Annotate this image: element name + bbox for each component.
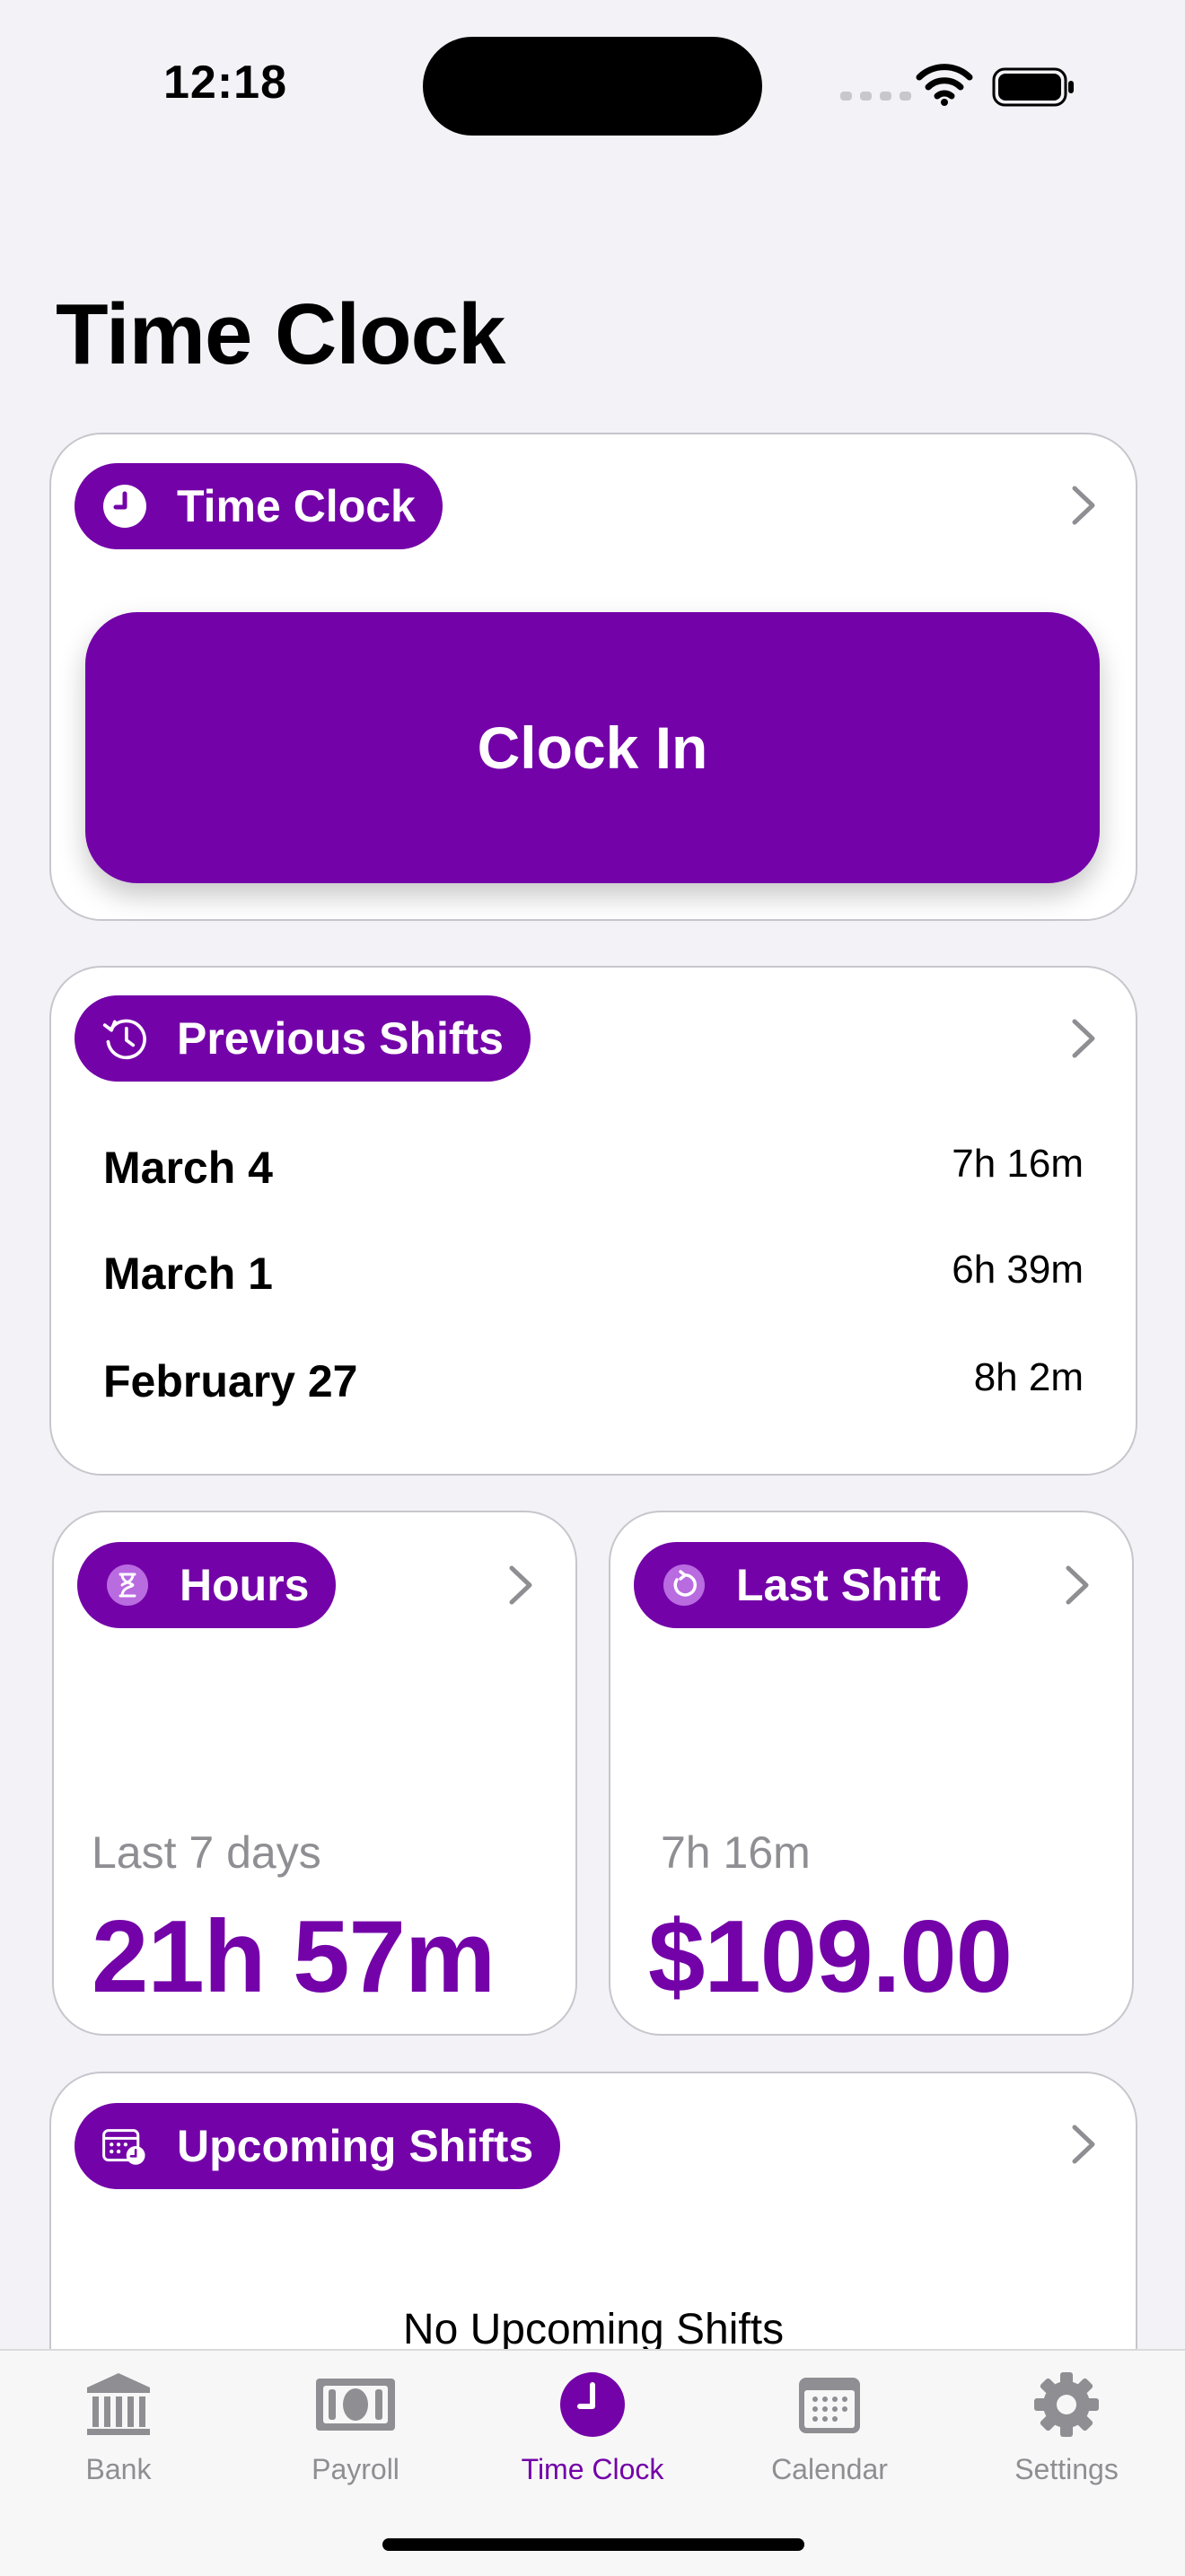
bank-icon <box>83 2369 154 2440</box>
tab-calendar-label: Calendar <box>771 2453 888 2485</box>
status-bar: 12:18 <box>0 0 1185 171</box>
shift-row[interactable]: March 1 6h 39m <box>51 1248 1136 1301</box>
shift-date: March 1 <box>103 1249 273 1299</box>
tab-payroll[interactable]: Payroll <box>237 2351 474 2503</box>
shift-date: February 27 <box>103 1356 358 1406</box>
hours-pill: Hours <box>77 1542 337 1628</box>
tab-time-clock-label: Time Clock <box>521 2453 664 2485</box>
clock-icon <box>101 483 148 530</box>
upcoming-shifts-pill: Upcoming Shifts <box>75 2103 561 2189</box>
previous-shifts-pill-label: Previous Shifts <box>177 1013 504 1064</box>
tab-settings[interactable]: Settings <box>948 2351 1185 2503</box>
last-shift-pill: Last Shift <box>634 1542 968 1628</box>
no-upcoming-shifts-text: No Upcoming Shifts <box>402 2306 785 2353</box>
upcoming-shifts-pill-label: Upcoming Shifts <box>177 2121 534 2171</box>
time-clock-pill-label: Time Clock <box>177 481 416 531</box>
hours-total-value: 21h 57m <box>92 1900 496 2014</box>
last-shift-duration-label: 7h 16m <box>661 1827 811 1878</box>
hours-pill-label: Hours <box>180 1560 310 1610</box>
chevron-right-icon[interactable] <box>1066 1014 1102 1063</box>
banknote-icon <box>314 2369 397 2440</box>
last-shift-earnings-value: $109.00 <box>648 1900 1013 2014</box>
last-shift-card[interactable]: Last Shift 7h 16m $109.00 <box>609 1511 1134 2036</box>
shift-duration: 7h 16m <box>952 1142 1084 1186</box>
clock-in-button[interactable]: Clock In <box>85 612 1100 883</box>
battery-icon <box>992 67 1074 107</box>
shift-duration: 6h 39m <box>952 1248 1084 1292</box>
history-clock-icon <box>101 1015 148 1062</box>
hourglass-icon <box>104 1562 151 1608</box>
chevron-right-icon[interactable] <box>1066 2120 1102 2169</box>
last-shift-pill-label: Last Shift <box>736 1560 941 1610</box>
chevron-right-icon[interactable] <box>1066 481 1102 530</box>
hours-period-label: Last 7 days <box>92 1827 321 1878</box>
tab-calendar[interactable]: Calendar <box>711 2351 948 2503</box>
shift-row[interactable]: March 4 7h 16m <box>51 1142 1136 1196</box>
tab-settings-label: Settings <box>1014 2453 1119 2485</box>
previous-shifts-pill: Previous Shifts <box>75 995 531 1082</box>
hours-card[interactable]: Hours Last 7 days 21h 57m <box>52 1511 577 2036</box>
gear-icon <box>1032 2369 1101 2440</box>
previous-shifts-card[interactable]: Previous Shifts March 4 7h 16m March 1 6… <box>49 966 1137 1476</box>
dynamic-island <box>423 37 762 136</box>
calendar-clock-icon <box>101 2123 148 2169</box>
shift-duration: 8h 2m <box>973 1355 1084 1399</box>
tab-payroll-label: Payroll <box>312 2453 399 2485</box>
chevron-right-icon[interactable] <box>1059 1561 1095 1609</box>
home-indicator[interactable] <box>382 2538 804 2551</box>
tab-time-clock[interactable]: Time Clock <box>474 2351 711 2503</box>
time-clock-pill: Time Clock <box>75 463 443 549</box>
refresh-clock-icon <box>661 1562 707 1608</box>
shift-row[interactable]: February 27 8h 2m <box>51 1355 1136 1409</box>
wifi-icon <box>916 64 973 106</box>
tab-bank-label: Bank <box>85 2453 152 2485</box>
chevron-right-icon[interactable] <box>503 1561 539 1609</box>
tab-bank[interactable]: Bank <box>0 2351 237 2503</box>
page-title: Time Clock <box>56 286 505 382</box>
clock-icon <box>558 2369 627 2440</box>
calendar-icon <box>797 2369 862 2440</box>
status-time: 12:18 <box>163 57 287 109</box>
shift-date: March 4 <box>103 1143 273 1193</box>
cellular-signal-icon <box>840 92 911 101</box>
